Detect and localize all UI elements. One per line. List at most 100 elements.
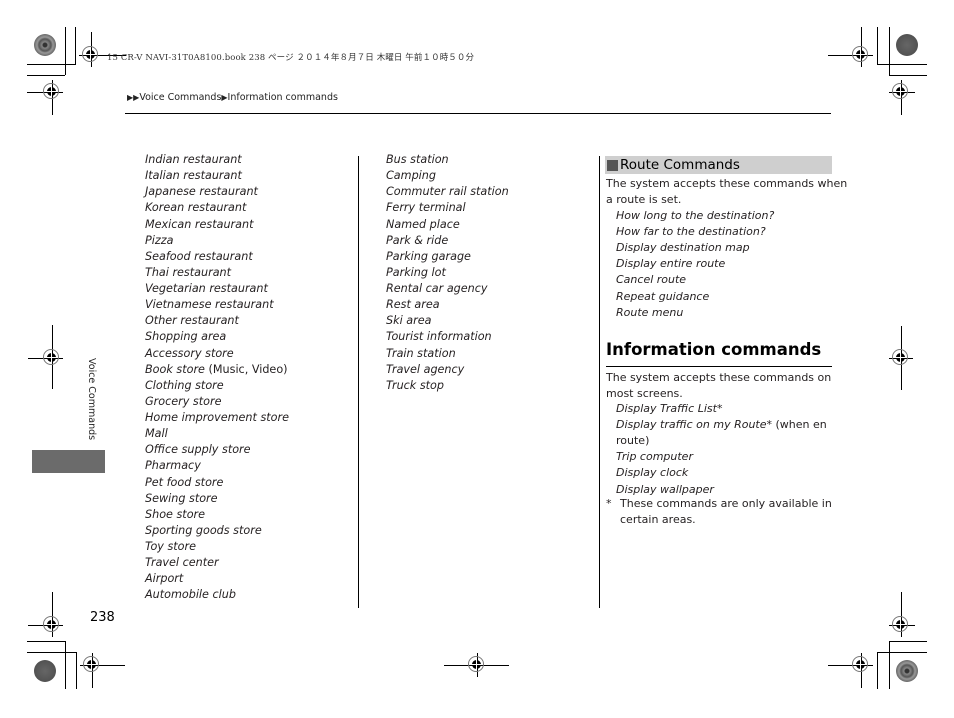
command-text: Display traffic on my Route* [616, 418, 773, 432]
list-item-text: Named place [386, 217, 460, 231]
breadcrumb-item-information-commands[interactable]: Information commands [228, 92, 338, 103]
crop-mark-line [877, 64, 927, 65]
route-commands-intro: The system accepts these commands when a… [606, 176, 847, 208]
route-command-item: Route menu [616, 305, 684, 319]
intro-line: most screens. [606, 387, 683, 400]
list-item-text: Seafood restaurant [145, 249, 253, 263]
crop-mark-line [75, 27, 76, 65]
list-item: Sporting goods store [145, 523, 289, 539]
command-text: Trip computer [616, 450, 693, 464]
information-commands-heading: Information commands [606, 340, 822, 359]
list-item: Vegetarian restaurant [145, 281, 289, 297]
list-item-text: Sewing store [145, 491, 218, 505]
route-commands-title: Route Commands [620, 157, 740, 173]
list-item: Vietnamese restaurant [145, 297, 289, 313]
registration-mark-icon [28, 592, 63, 637]
list-item: Truck stop [386, 378, 509, 394]
route-command-item: Display entire route [616, 257, 726, 271]
crop-mark-line [65, 27, 66, 75]
list-item: Ski area [386, 313, 509, 329]
route-commands-heading: Route Commands [605, 156, 832, 174]
list-item: Sewing store [145, 491, 289, 507]
breadcrumb-item-voice-commands[interactable]: Voice Commands [139, 92, 221, 103]
list-item: Korean restaurant [145, 200, 289, 216]
color-target-icon [896, 660, 918, 682]
list-item-note: (Music, Video) [204, 362, 288, 376]
list-item-text: Book store [145, 362, 205, 376]
list-item-text: Train station [386, 346, 456, 360]
list-item: Park & ride [386, 233, 509, 249]
command-note: route) [616, 434, 650, 448]
crop-mark-line [889, 27, 890, 75]
crop-mark-line [877, 652, 878, 689]
column-2-list: Bus station Camping Commuter rail station F… [386, 152, 509, 394]
list-item-text: Park & ride [386, 233, 449, 247]
list-item: Grocery store [145, 394, 289, 410]
list-item-text: Parking lot [386, 265, 446, 279]
command-text: Display Traffic List* [616, 402, 723, 415]
registration-mark-icon [80, 653, 125, 688]
information-command-item: Trip computer [616, 449, 693, 465]
list-item: Japanese restaurant [145, 184, 289, 200]
list-item-text: Shoe store [145, 507, 206, 521]
list-item-text: Pharmacy [145, 459, 201, 473]
list-item-text: Vegetarian restaurant [145, 282, 268, 295]
list-item-text: Japanese restaurant [145, 185, 258, 199]
column-1-list: Indian restaurant Italian restaurant Japan… [145, 152, 289, 604]
list-item: Accessory store [145, 346, 289, 362]
list-item: Pharmacy [145, 458, 289, 474]
list-item-text: Italian restaurant [145, 169, 242, 183]
route-command-item: Display destination map [616, 241, 750, 255]
crop-mark-line [889, 75, 927, 76]
list-item: Thai restaurant [145, 265, 289, 281]
list-item: Ferry terminal [386, 200, 509, 216]
list-item-text: Korean restaurant [145, 201, 247, 215]
registration-mark-icon [828, 27, 873, 67]
crop-mark-line [27, 641, 65, 642]
list-item: Home improvement store [145, 410, 289, 426]
list-item-text: Office supply store [145, 443, 251, 457]
list-item: Indian restaurant [145, 152, 289, 168]
list-item-text: Travel center [145, 556, 219, 570]
footnote: * These commands are only available in ce… [606, 496, 832, 528]
list-item-text: Sporting goods store [145, 523, 262, 537]
double-arrow-icon: ▶▶ [127, 93, 140, 102]
information-commands-intro: The system accepts these commands on mos… [606, 370, 831, 402]
list-item-text: Toy store [145, 540, 197, 553]
list-item-text: Indian restaurant [145, 153, 242, 166]
intro-line: The system accepts these commands when [606, 177, 848, 190]
intro-line: a route is set. [606, 193, 682, 206]
route-command-item: Repeat guidance [616, 289, 710, 303]
list-item-text: Clothing store [145, 378, 224, 392]
list-item: Commuter rail station [386, 184, 509, 200]
list-item-text: Airport [145, 572, 184, 586]
command-text: Display wallpaper [616, 482, 714, 496]
list-item-text: Grocery store [145, 394, 222, 408]
list-item-text: Rental car agency [386, 282, 488, 295]
list-item: Named place [386, 217, 509, 233]
list-item: Rest area [386, 297, 509, 313]
list-item-text: Camping [386, 169, 436, 183]
list-item-text: Truck stop [386, 378, 445, 392]
registration-mark-icon [27, 80, 63, 115]
list-item: Train station [386, 346, 509, 362]
crop-mark-line [877, 652, 927, 653]
crop-mark-line [65, 641, 66, 689]
list-item-text: Ski area [386, 314, 432, 328]
list-item: Toy store [145, 539, 289, 555]
intro-line: The system accepts these commands on [606, 371, 832, 384]
footnote-line: These commands are only available in [620, 497, 832, 510]
crop-mark-line [76, 652, 77, 689]
list-item: Shopping area [145, 329, 289, 345]
list-item-text: Tourist information [386, 330, 492, 344]
column-divider [358, 156, 359, 608]
header-rule [125, 113, 831, 114]
information-command-item: route) [616, 433, 649, 449]
column-divider [599, 156, 600, 608]
route-command-item: How long to the destination? [616, 209, 775, 222]
list-item: Camping [386, 168, 509, 184]
crop-mark-line [889, 641, 927, 642]
list-item-text: Mexican restaurant [145, 217, 254, 231]
information-command-item: Display Traffic List* [616, 401, 722, 417]
list-item: Book store (Music, Video) [145, 362, 289, 378]
